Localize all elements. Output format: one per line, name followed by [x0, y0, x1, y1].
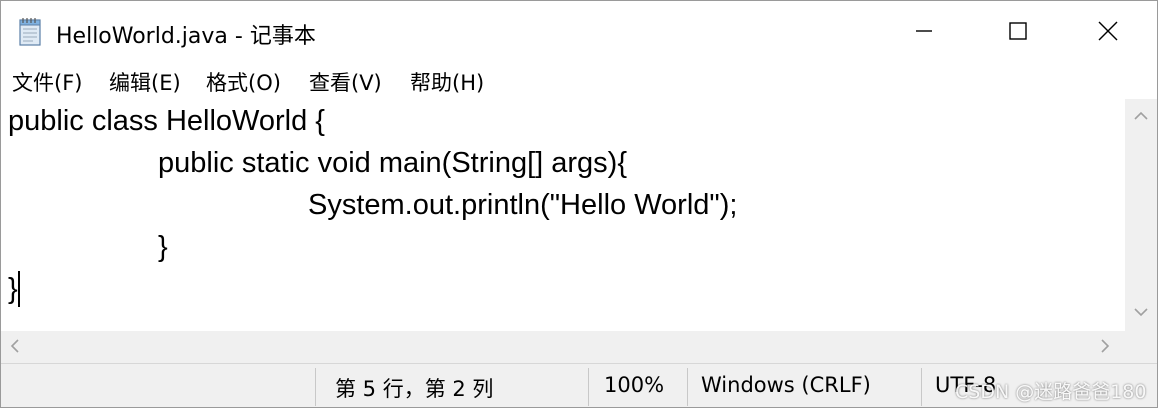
- close-icon: [1098, 21, 1118, 41]
- code-line: public static void main(String[] args){: [158, 147, 628, 179]
- minimize-icon: [916, 30, 932, 32]
- minimize-button[interactable]: [879, 1, 969, 61]
- code-line: System.out.println("Hello World");: [308, 189, 738, 221]
- status-separator: [315, 368, 316, 406]
- status-separator: [921, 368, 922, 406]
- window-title: HelloWorld.java - 记事本: [56, 24, 316, 49]
- code-line: public class HelloWorld {: [8, 105, 325, 137]
- maximize-icon: [1009, 22, 1027, 40]
- scrollbar-corner: [1125, 331, 1157, 363]
- zoom-level: 100%: [604, 373, 665, 397]
- title-bar[interactable]: HelloWorld.java - 记事本: [1, 1, 1157, 61]
- scroll-down-arrow-icon[interactable]: [1133, 303, 1149, 322]
- watermark: CSDN @迷路爸爸180: [955, 381, 1147, 403]
- horizontal-scrollbar[interactable]: [1, 331, 1125, 363]
- cursor-position: 第 5 行，第 2 列: [335, 377, 494, 401]
- menu-edit[interactable]: 编辑(E): [109, 67, 181, 97]
- scroll-up-arrow-icon[interactable]: [1133, 107, 1149, 126]
- line-ending: Windows (CRLF): [701, 373, 871, 397]
- text-caret: [18, 271, 20, 307]
- scroll-left-arrow-icon[interactable]: [9, 338, 21, 358]
- code-line: }: [8, 273, 18, 305]
- notepad-window: HelloWorld.java - 记事本 文件(F) 编辑(E) 格式(O) …: [0, 0, 1158, 408]
- status-separator: [588, 368, 589, 406]
- maximize-button[interactable]: [973, 1, 1063, 61]
- menu-format[interactable]: 格式(O): [206, 67, 281, 97]
- close-button[interactable]: [1063, 1, 1153, 61]
- status-separator: [687, 368, 688, 406]
- menu-bar: 文件(F) 编辑(E) 格式(O) 查看(V) 帮助(H): [1, 61, 1157, 99]
- menu-view[interactable]: 查看(V): [309, 67, 382, 97]
- menu-file[interactable]: 文件(F): [12, 67, 82, 97]
- menu-help[interactable]: 帮助(H): [410, 67, 484, 97]
- text-editor[interactable]: public class HelloWorld { public static …: [1, 99, 1125, 331]
- notepad-icon[interactable]: [18, 16, 44, 46]
- vertical-scrollbar[interactable]: [1125, 99, 1157, 331]
- code-line: }: [158, 231, 168, 263]
- scroll-right-arrow-icon[interactable]: [1099, 338, 1111, 358]
